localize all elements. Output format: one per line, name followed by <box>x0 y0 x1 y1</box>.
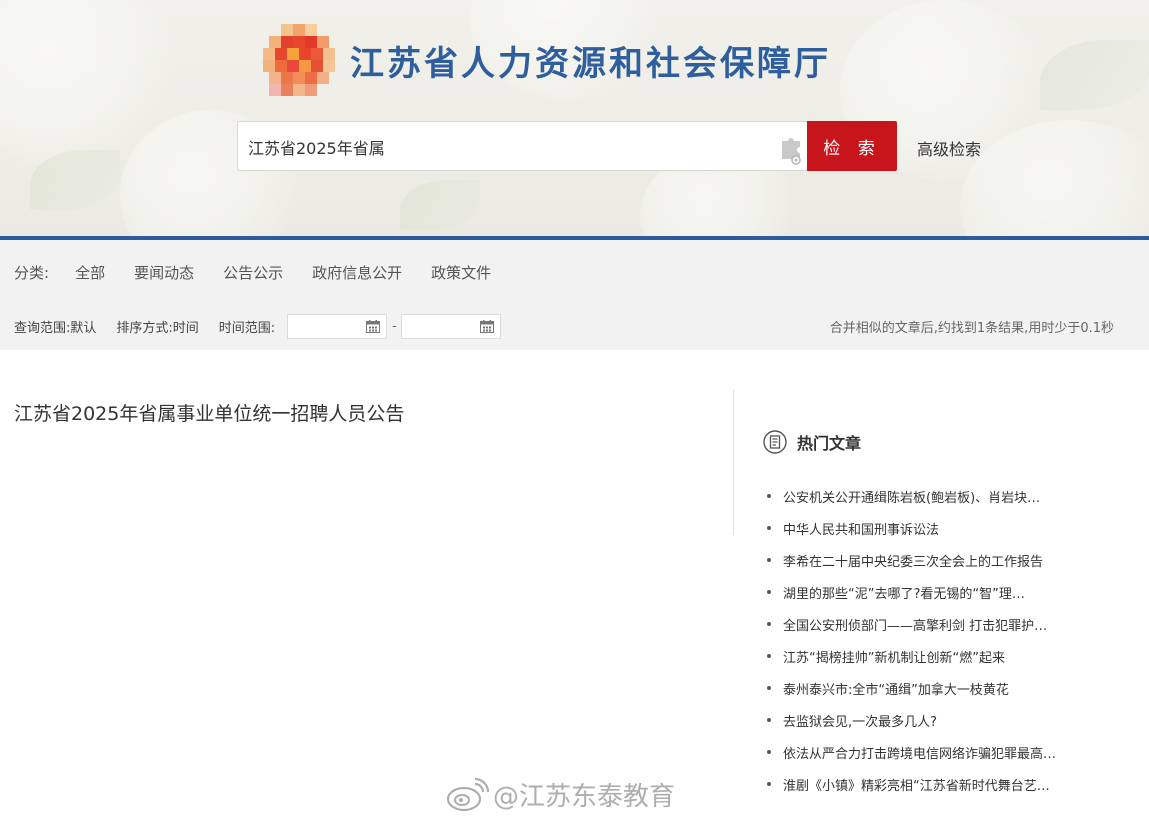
category-label: 分类: <box>14 264 50 282</box>
bullet-icon <box>767 686 771 690</box>
bullet-icon <box>767 718 771 722</box>
hot-article-link[interactable]: 江苏“揭榜挂帅”新机制让创新“燃”起来 <box>783 647 1005 666</box>
watermark-text: @江苏东泰教育 <box>493 782 676 812</box>
list-item[interactable]: 李希在二十届中央纪委三次全会上的工作报告 <box>767 544 1107 576</box>
category-policy[interactable]: 政策文件 <box>431 262 491 283</box>
list-item[interactable]: 江苏“揭榜挂帅”新机制让创新“燃”起来 <box>767 640 1107 672</box>
bullet-icon <box>767 782 771 786</box>
hot-article-link[interactable]: 泰州泰兴市:全市“通缉”加拿大一枝黄花 <box>783 679 1009 698</box>
hot-articles-list: 公安机关公开通缉陈岩板(鲍岩板)、肖岩块… 中华人民共和国刑事诉讼法 李希在二十… <box>767 480 1107 800</box>
filter-panel: 分类: 全部 要闻动态 公告公示 政府信息公开 政策文件 查询范围:默认 排序方… <box>0 240 1149 350</box>
list-item[interactable]: 中华人民共和国刑事诉讼法 <box>767 512 1107 544</box>
bullet-icon <box>767 622 771 626</box>
end-date-input[interactable] <box>400 314 501 339</box>
list-item[interactable]: 公安机关公开通缉陈岩板(鲍岩板)、肖岩块… <box>767 480 1107 512</box>
search-button[interactable]: 检 索 <box>807 121 897 171</box>
document-icon <box>763 430 787 454</box>
hot-article-link[interactable]: 淮剧《小镇》精彩亮相“江苏省新时代舞台艺… <box>783 775 1050 794</box>
result-count-info: 合并相似的文章后,约找到1条结果,用时少于0.1秒 <box>829 321 1114 336</box>
options-row: 查询范围:默认 排序方式:时间 时间范围: - <box>14 314 501 339</box>
calendar-icon[interactable] <box>366 320 381 333</box>
hot-article-link[interactable]: 公安机关公开通缉陈岩板(鲍岩板)、肖岩块… <box>783 487 1040 506</box>
emblem-logo[interactable] <box>263 24 335 96</box>
list-item[interactable]: 湖里的那些“泥”去哪了?看无锡的“智”理… <box>767 576 1107 608</box>
list-item[interactable]: 泰州泰兴市:全市“通缉”加拿大一枝黄花 <box>767 672 1107 704</box>
hot-article-link[interactable]: 全国公安刑侦部门——高擎利剑 打击犯罪护… <box>783 615 1047 634</box>
site-header: 江苏省人力资源和社会保障厅 检 索 高级检索 <box>0 0 1149 237</box>
advanced-search-link[interactable]: 高级检索 <box>917 136 981 160</box>
puzzle-icon[interactable] <box>780 135 804 165</box>
column-divider <box>733 390 734 535</box>
decor-leaf <box>1040 40 1149 110</box>
list-item[interactable]: 全国公安刑侦部门——高擎利剑 打击犯罪护… <box>767 608 1107 640</box>
bullet-icon <box>767 526 771 530</box>
category-news[interactable]: 要闻动态 <box>134 262 194 283</box>
search-input[interactable] <box>248 134 768 160</box>
hot-articles-title: 热门文章 <box>797 434 862 453</box>
sort-selector[interactable]: 排序方式:时间 <box>116 317 198 336</box>
category-gov-info[interactable]: 政府信息公开 <box>312 262 402 283</box>
list-item[interactable]: 依法从严合力打击跨境电信网络诈骗犯罪最高… <box>767 736 1107 768</box>
bullet-icon <box>767 558 771 562</box>
list-item[interactable]: 去监狱会见,一次最多几人? <box>767 704 1107 736</box>
hot-articles-header: 热门文章 <box>763 430 861 454</box>
search-box <box>237 121 807 171</box>
category-announcements[interactable]: 公告公示 <box>223 262 283 283</box>
decor-leaf <box>400 180 480 230</box>
date-separator: - <box>392 319 397 334</box>
hot-article-link[interactable]: 李希在二十届中央纪委三次全会上的工作报告 <box>783 551 1043 570</box>
hot-article-link[interactable]: 湖里的那些“泥”去哪了?看无锡的“智”理… <box>783 583 1025 602</box>
calendar-icon[interactable] <box>479 320 494 333</box>
bullet-icon <box>767 590 771 594</box>
watermark: @江苏东泰教育 <box>445 776 675 813</box>
start-date-input[interactable] <box>287 314 388 339</box>
time-range-label: 时间范围: <box>218 321 276 336</box>
scope-selector[interactable]: 查询范围:默认 <box>14 317 96 336</box>
search-result-link[interactable]: 江苏省2025年省属事业单位统一招聘人员公告 <box>14 399 404 426</box>
weibo-icon <box>446 777 489 811</box>
site-title[interactable]: 江苏省人力资源和社会保障厅 <box>350 36 831 85</box>
bullet-icon <box>767 494 771 498</box>
emblem-mosaic <box>263 24 335 96</box>
category-row: 分类: 全部 要闻动态 公告公示 政府信息公开 政策文件 <box>14 262 520 283</box>
hot-article-link[interactable]: 依法从严合力打击跨境电信网络诈骗犯罪最高… <box>783 743 1056 762</box>
list-item[interactable]: 淮剧《小镇》精彩亮相“江苏省新时代舞台艺… <box>767 768 1107 800</box>
hot-article-link[interactable]: 去监狱会见,一次最多几人? <box>783 711 937 730</box>
bullet-icon <box>767 654 771 658</box>
hot-article-link[interactable]: 中华人民共和国刑事诉讼法 <box>783 519 939 538</box>
category-all[interactable]: 全部 <box>75 262 105 283</box>
bullet-icon <box>767 750 771 754</box>
